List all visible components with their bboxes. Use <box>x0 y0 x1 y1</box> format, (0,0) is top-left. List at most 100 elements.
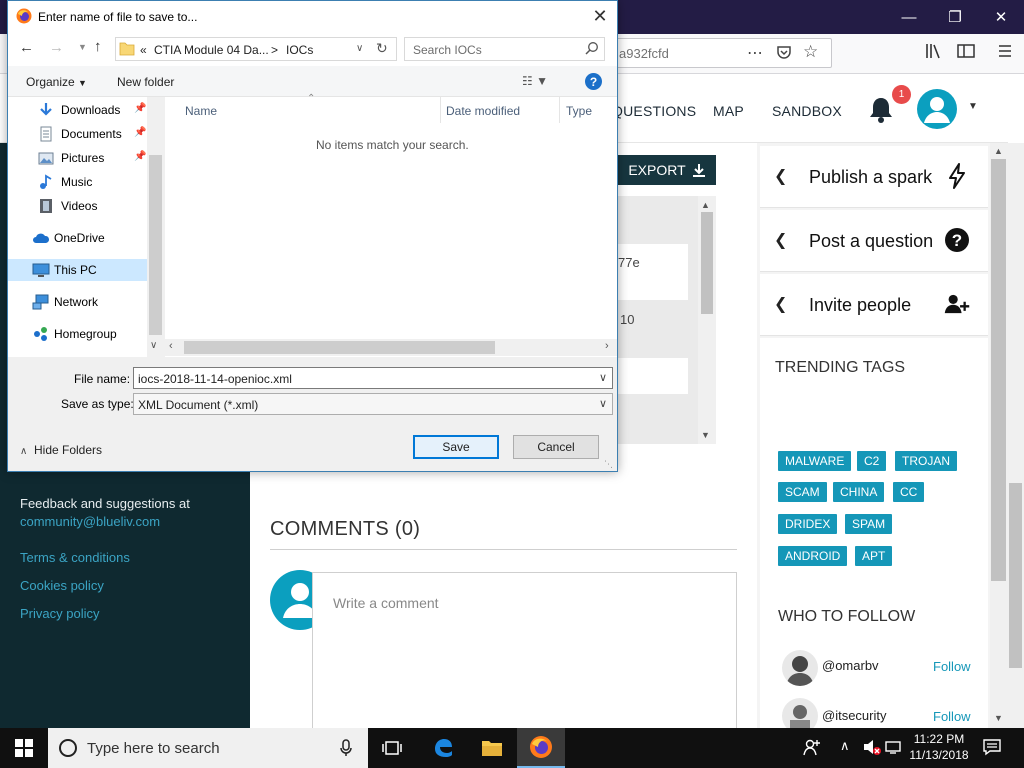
nav-item-documents[interactable]: Documents 📌 <box>8 123 148 145</box>
restore-button[interactable]: ❐ <box>932 0 978 34</box>
page-actions-icon[interactable]: ⋯ <box>747 43 764 63</box>
nav-item-downloads[interactable]: Downloads 📌 <box>8 99 148 121</box>
scroll-thumb[interactable] <box>184 341 495 354</box>
scroll-up-icon[interactable]: ▲ <box>701 200 710 210</box>
tag-cc[interactable]: CC <box>893 482 925 502</box>
library-icon[interactable] <box>925 43 943 64</box>
nav-questions[interactable]: QUESTIONS <box>612 103 696 119</box>
follow-username[interactable]: @itsecurity <box>822 708 887 723</box>
scroll-up-icon[interactable]: ▲ <box>994 146 1003 156</box>
user-menu-caret-icon[interactable]: ▼ <box>968 101 978 112</box>
column-separator[interactable] <box>440 97 441 123</box>
breadcrumb[interactable]: « CTIA Module 04 Da... > IOCs ∨ ↻ <box>115 37 397 61</box>
taskbar-clock[interactable]: 11:22 PM 11/13/2018 <box>903 731 975 763</box>
breadcrumb-parent[interactable]: CTIA Module 04 Da... <box>154 43 269 57</box>
column-name[interactable]: Name <box>185 104 217 118</box>
nav-item-network[interactable]: Network <box>8 291 148 313</box>
forward-arrow-icon[interactable]: → <box>49 39 64 56</box>
chevron-down-icon[interactable]: ∨ <box>150 340 157 351</box>
action-center-icon[interactable] <box>983 738 1001 761</box>
follow-username[interactable]: @omarbv <box>822 658 879 673</box>
scroll-down-icon[interactable]: ▼ <box>701 430 710 440</box>
firefox-taskbar-icon[interactable] <box>517 728 565 768</box>
column-type[interactable]: Type <box>566 104 592 118</box>
scroll-thumb[interactable] <box>149 155 162 335</box>
back-arrow-icon[interactable]: ← <box>19 39 34 56</box>
publish-spark-action[interactable]: ❮ Publish a spark <box>760 146 988 208</box>
up-arrow-icon[interactable]: ↑ <box>94 38 102 55</box>
terms-link[interactable]: Terms & conditions <box>20 550 130 565</box>
file-explorer-icon[interactable] <box>468 728 516 768</box>
network-status-icon[interactable] <box>885 739 901 760</box>
dialog-close-button[interactable]: ✕ <box>588 5 612 27</box>
notification-bell-icon[interactable] <box>866 94 896 124</box>
dialog-search-input[interactable]: Search IOCs <box>404 37 605 61</box>
nav-item-music[interactable]: Music <box>8 171 148 193</box>
scroll-thumb[interactable] <box>1009 483 1022 668</box>
tag-c2[interactable]: C2 <box>857 451 887 471</box>
breadcrumb-current[interactable]: IOCs <box>286 43 313 57</box>
column-date-modified[interactable]: Date modified <box>446 104 520 118</box>
file-name-input[interactable]: iocs-2018-11-14-openioc.xml ∨ <box>133 367 613 389</box>
chevron-down-icon[interactable]: ∨ <box>599 397 607 410</box>
file-list-hscrollbar[interactable]: ‹ › <box>165 339 617 356</box>
taskbar-search[interactable]: Type here to search <box>48 728 368 768</box>
url-bar[interactable]: a932fcfd ⋯ ☆ <box>612 38 832 68</box>
user-avatar[interactable] <box>917 89 957 129</box>
nav-sandbox[interactable]: SANDBOX <box>772 103 842 119</box>
pocket-icon[interactable] <box>776 44 792 64</box>
follow-button[interactable]: Follow <box>933 659 971 674</box>
resize-grip-icon[interactable]: ⋱ <box>604 459 613 470</box>
recent-locations-icon[interactable]: ▼ <box>78 42 87 52</box>
start-button[interactable] <box>0 728 48 768</box>
tag-apt[interactable]: APT <box>855 546 893 566</box>
privacy-link[interactable]: Privacy policy <box>20 606 99 621</box>
code-scrollbar[interactable]: ▲ ▼ <box>698 196 716 444</box>
organize-button[interactable]: Organize ▼ <box>26 75 87 89</box>
hide-folders-toggle[interactable]: ∧ Hide Folders <box>20 443 102 457</box>
refresh-icon[interactable]: ↻ <box>376 40 388 57</box>
follow-button[interactable]: Follow <box>933 709 971 724</box>
tag-trojan[interactable]: TROJAN <box>895 451 957 471</box>
column-separator[interactable] <box>559 97 560 123</box>
help-icon[interactable]: ? <box>585 73 602 90</box>
bookmark-star-icon[interactable]: ☆ <box>803 42 818 62</box>
cookies-link[interactable]: Cookies policy <box>20 578 104 593</box>
page-scrollbar[interactable] <box>1007 143 1024 728</box>
tag-scam[interactable]: SCAM <box>778 482 827 502</box>
nav-item-pictures[interactable]: Pictures 📌 <box>8 147 148 169</box>
cancel-button[interactable]: Cancel <box>513 435 599 459</box>
export-button[interactable]: EXPORT <box>618 155 716 185</box>
close-window-button[interactable]: ✕ <box>978 0 1024 34</box>
feedback-email-link[interactable]: community@blueliv.com <box>20 513 190 531</box>
tag-dridex[interactable]: DRIDEX <box>778 514 838 534</box>
tag-spam[interactable]: SPAM <box>845 514 893 534</box>
post-question-action[interactable]: ❮ Post a question ? <box>760 210 988 272</box>
tag-android[interactable]: ANDROID <box>778 546 848 566</box>
save-button[interactable]: Save <box>413 435 499 459</box>
tag-malware[interactable]: MALWARE <box>778 451 852 471</box>
scroll-thumb[interactable] <box>701 212 713 314</box>
comment-input[interactable]: Write a comment <box>312 572 737 732</box>
scroll-down-icon[interactable]: ▼ <box>994 713 1003 723</box>
chevron-right-icon[interactable]: › <box>605 340 609 352</box>
save-as-type-select[interactable]: XML Document (*.xml) ∨ <box>133 393 613 415</box>
invite-people-action[interactable]: ❮ Invite people <box>760 274 988 336</box>
chevron-down-icon[interactable]: ∨ <box>356 43 363 54</box>
microphone-icon[interactable] <box>340 739 352 762</box>
task-view-icon[interactable] <box>368 728 416 768</box>
volume-muted-icon[interactable] <box>862 738 882 761</box>
scroll-thumb[interactable] <box>991 159 1006 581</box>
edge-browser-icon[interactable] <box>419 728 467 768</box>
new-folder-button[interactable]: New folder <box>117 75 174 89</box>
nav-item-videos[interactable]: Videos <box>8 195 148 217</box>
show-hidden-icons-chevron[interactable]: ∧ <box>840 738 850 754</box>
view-options-icon[interactable]: ☷ ▼ <box>522 74 548 88</box>
minimize-button[interactable]: — <box>886 0 932 34</box>
nav-map[interactable]: MAP <box>713 103 744 119</box>
nav-item-this-pc[interactable]: This PC <box>8 259 148 281</box>
tag-china[interactable]: CHINA <box>833 482 885 502</box>
navigation-scrollbar[interactable]: ∨ <box>147 97 164 357</box>
nav-item-homegroup[interactable]: Homegroup <box>8 323 148 345</box>
hamburger-menu-icon[interactable] <box>997 43 1013 64</box>
